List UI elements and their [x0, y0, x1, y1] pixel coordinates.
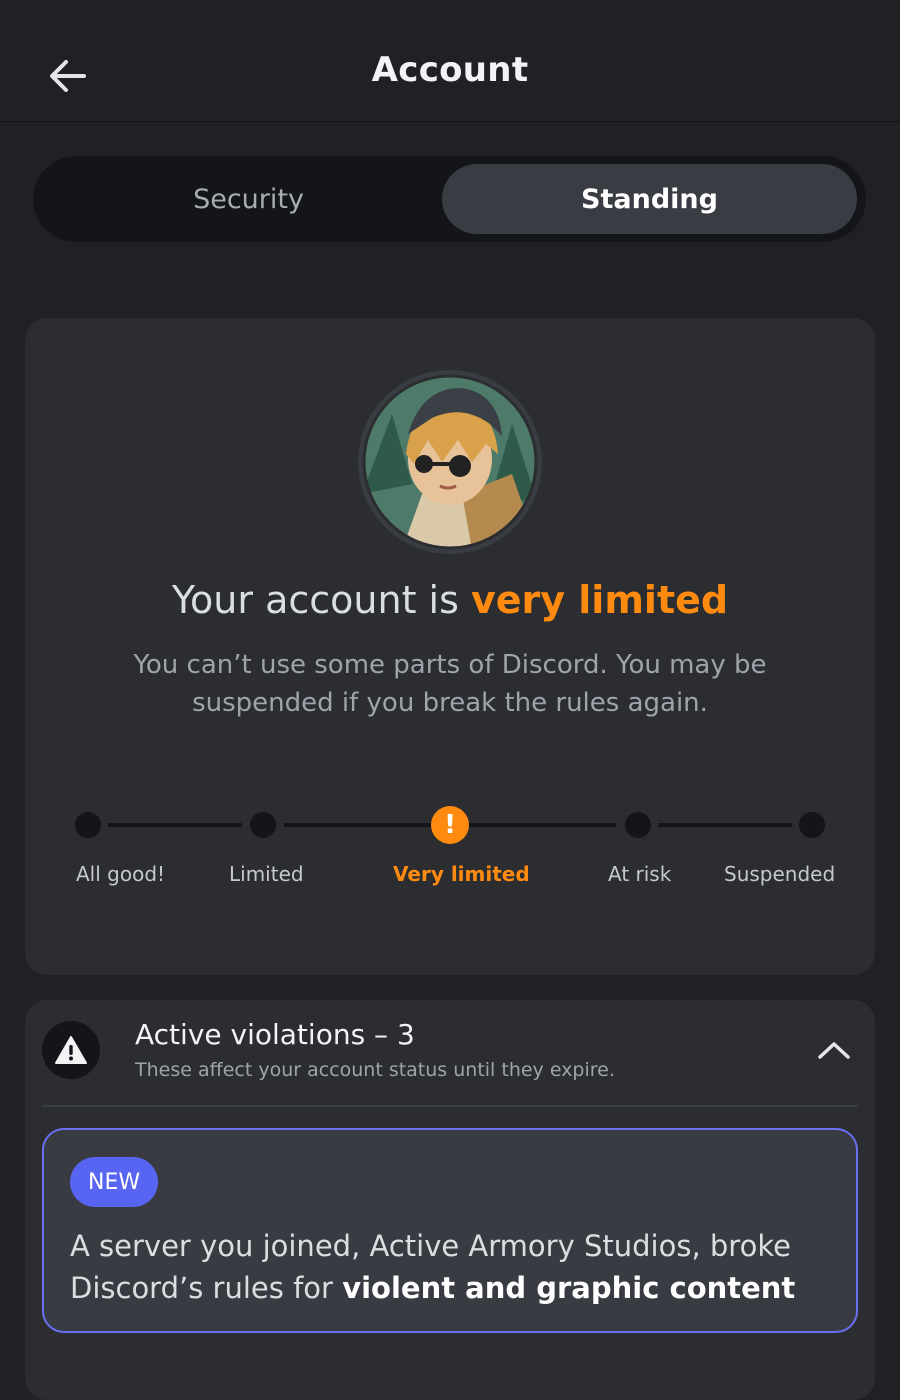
track-segment — [284, 823, 432, 827]
violation-category: violent and graphic content — [342, 1271, 796, 1305]
step-label-at-risk: At risk — [608, 862, 672, 886]
track-segment — [108, 823, 242, 827]
avatar-image — [362, 374, 538, 550]
chevron-up-icon — [818, 1042, 850, 1059]
status-headline: Your account is very limited — [0, 578, 900, 622]
tab-switcher: Security Standing — [33, 156, 866, 242]
warning-icon — [55, 1036, 87, 1064]
violation-item[interactable]: NEW A server you joined, Active Armory S… — [42, 1128, 858, 1333]
avatar — [358, 370, 542, 554]
collapse-button[interactable] — [812, 1030, 856, 1070]
violations-subtitle: These affect your account status until t… — [135, 1059, 615, 1081]
warning-badge — [42, 1021, 100, 1079]
step-dot-very-limited: ! — [431, 806, 469, 844]
step-label-limited: Limited — [229, 862, 304, 886]
step-dot-at-risk — [625, 812, 651, 838]
step-label-all-good: All good! — [76, 862, 166, 886]
tab-security[interactable]: Security — [41, 164, 456, 234]
track-segment — [468, 823, 616, 827]
step-label-very-limited: Very limited — [393, 862, 530, 886]
tab-standing[interactable]: Standing — [442, 164, 857, 234]
divider — [42, 1105, 858, 1107]
app-header: Account — [0, 0, 900, 122]
violation-text: A server you joined, Active Armory Studi… — [70, 1225, 830, 1309]
step-label-suspended: Suspended — [724, 862, 836, 886]
step-dot-limited — [250, 812, 276, 838]
step-dot-all-good — [75, 812, 101, 838]
track-segment — [658, 823, 792, 827]
exclamation-icon: ! — [444, 810, 456, 840]
step-dot-suspended — [799, 812, 825, 838]
status-level: very limited — [471, 578, 729, 622]
status-description: You can’t use some parts of Discord. You… — [133, 650, 767, 718]
violations-title: Active violations – 3 — [135, 1018, 415, 1051]
page-title: Account — [371, 50, 529, 90]
new-badge: NEW — [70, 1157, 159, 1207]
status-headline-prefix: Your account is — [171, 578, 471, 622]
